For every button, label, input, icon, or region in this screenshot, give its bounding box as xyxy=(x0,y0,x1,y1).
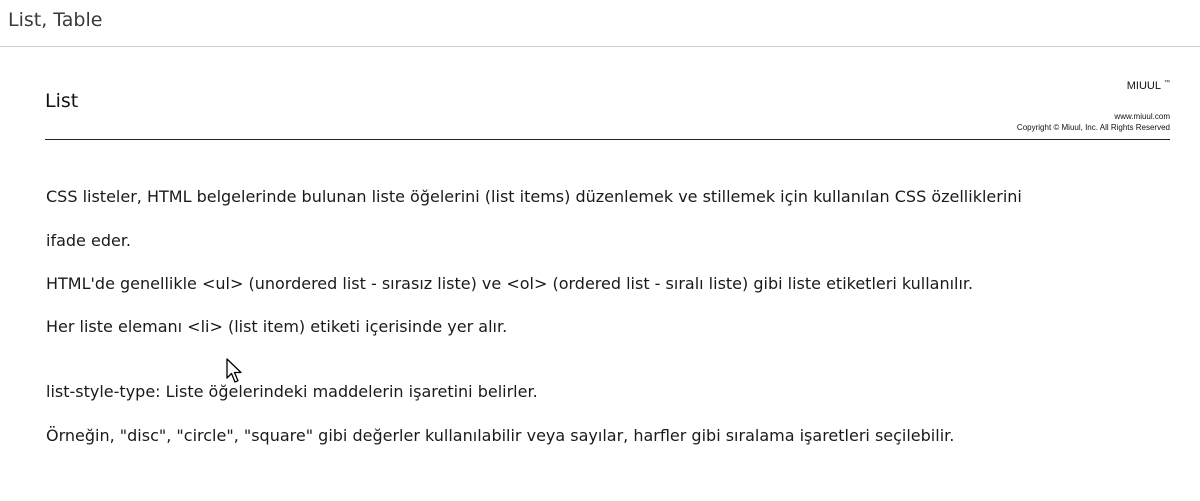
title-bar: List, Table xyxy=(0,0,1200,47)
paragraph-6: Örneğin, "disc", "circle", "square" gibi… xyxy=(46,426,955,445)
slide-content: List MIUUL ™ www.miuul.com Copyright © Mi… xyxy=(0,48,1200,501)
paragraph-1: CSS listeler, HTML belgelerinde bulunan … xyxy=(46,187,1022,206)
site-info: www.miuul.com Copyright © Miuul, Inc. Al… xyxy=(1017,111,1170,133)
heading-divider xyxy=(45,139,1170,140)
brand-logo: MIUUL ™ xyxy=(1127,80,1170,92)
slide-heading: List xyxy=(45,90,79,112)
brand-trademark: ™ xyxy=(1164,80,1170,87)
website-text: www.miuul.com xyxy=(1114,112,1170,121)
paragraph-3: HTML'de genellikle <ul> (unordered list … xyxy=(46,274,974,293)
paragraph-2: ifade eder. xyxy=(46,231,132,250)
mouse-pointer-icon xyxy=(226,358,242,383)
window-title: List, Table xyxy=(8,9,103,31)
paragraph-4: Her liste elemanı <li> (list item) etike… xyxy=(46,317,508,336)
brand-name: MIUUL xyxy=(1126,80,1161,92)
paragraph-5: list-style-type: Liste öğelerindeki madd… xyxy=(46,382,538,401)
copyright-text: Copyright © Miuul, Inc. All Rights Reser… xyxy=(1016,123,1170,132)
